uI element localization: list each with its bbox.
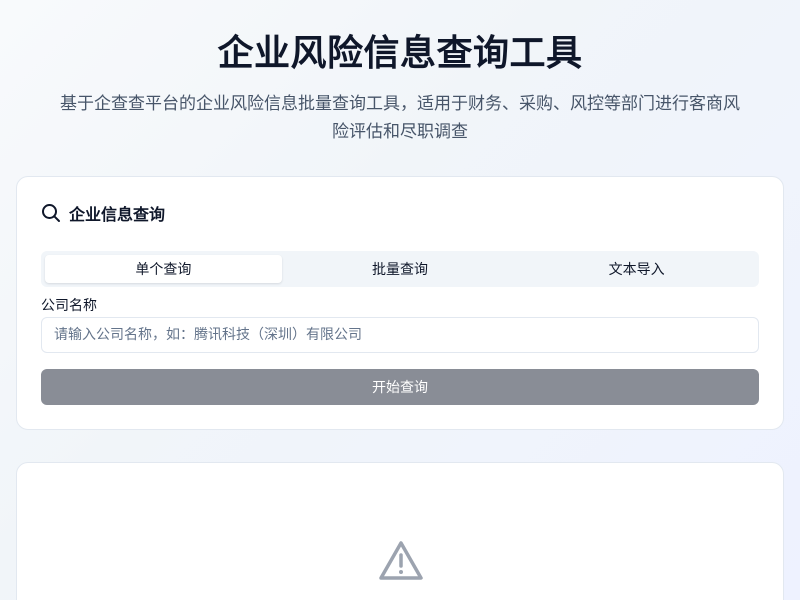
warning-triangle-icon [377, 539, 425, 587]
company-name-label: 公司名称 [41, 298, 97, 314]
query-card-header: 企业信息查询 [41, 201, 165, 225]
results-card [16, 462, 784, 600]
company-name-input[interactable] [41, 317, 759, 353]
page-header: 企业风险信息查询工具 基于企查查平台的企业风险信息批量查询工具，适用于财务、采购… [0, 28, 800, 146]
search-icon [41, 203, 61, 223]
start-query-button[interactable]: 开始查询 [41, 369, 759, 405]
tab-single-query[interactable]: 单个查询 [45, 255, 282, 283]
query-card: 企业信息查询 单个查询 批量查询 文本导入 公司名称 开始查询 [16, 176, 784, 430]
query-card-title: 企业信息查询 [69, 205, 166, 224]
query-mode-tabs: 单个查询 批量查询 文本导入 [41, 251, 759, 287]
page-title: 企业风险信息查询工具 [217, 33, 583, 74]
tab-text-import[interactable]: 文本导入 [518, 255, 755, 283]
tab-batch-query[interactable]: 批量查询 [282, 255, 519, 283]
page-subtitle: 基于企查查平台的企业风险信息批量查询工具，适用于财务、采购、风控等部门进行客商风… [60, 94, 740, 142]
